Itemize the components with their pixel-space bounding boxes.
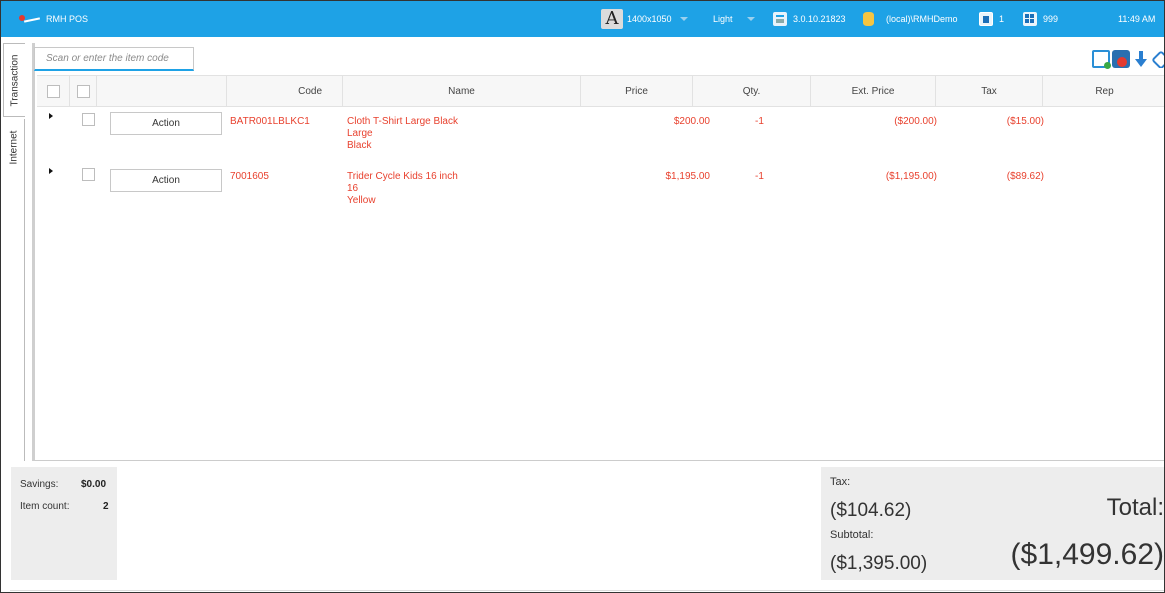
column-header-qty[interactable]: Qty. [693, 76, 811, 106]
download-arrow-icon[interactable] [1132, 50, 1150, 68]
row-price: $1,195.00 [665, 171, 711, 182]
row-tax: ($15.00) [1006, 116, 1044, 127]
column-header-code[interactable]: Code [227, 76, 343, 106]
column-header-name-label: Name [448, 85, 475, 97]
savings-panel: Savings: $0.00 Item count: 2 [11, 467, 117, 580]
row-action-button[interactable]: Action [110, 112, 222, 135]
subtotal-value: ($1,395.00) [830, 553, 928, 574]
toolbar [1092, 50, 1164, 70]
column-header-qty-label: Qty. [742, 85, 761, 97]
column-header-code-label: Code [298, 85, 322, 97]
item-code-search-input[interactable] [34, 47, 194, 71]
total-label: Total: [1106, 494, 1164, 521]
row-ext-price: ($1,195.00) [885, 171, 937, 182]
pos-window: RMH POS A 1400x1050 Light 3.0.10.21823 (… [0, 0, 1165, 593]
store-icon [1023, 12, 1037, 26]
select-all-cell [37, 76, 70, 106]
row-name-line-2: 16 [347, 183, 359, 194]
clock: 11:49 AM [1118, 1, 1155, 37]
version-icon [773, 12, 787, 26]
row-name-line-1: Trider Cycle Kids 16 inch [347, 171, 458, 182]
savings-label: Savings: [20, 479, 59, 490]
row-expand-icon[interactable] [49, 168, 53, 174]
bag-icon[interactable] [1112, 50, 1130, 68]
table-row[interactable]: Action BATR001LBLKC1 Cloth T-Shirt Large… [37, 107, 1164, 162]
edit-icon[interactable] [1152, 50, 1164, 68]
row-tax: ($89.62) [1006, 171, 1044, 182]
select-cell [70, 76, 97, 106]
totals-panel: Tax: ($104.62) Subtotal: ($1,395.00) Tot… [821, 467, 1164, 580]
column-header-rep[interactable]: Rep [1043, 76, 1164, 106]
font-size-icon: A [601, 9, 623, 29]
item-count-label: Item count: [20, 501, 70, 512]
summary-area: Savings: $0.00 Item count: 2 Tax: ($104.… [11, 467, 1164, 580]
row-checkbox[interactable] [82, 113, 95, 126]
font-size-selector[interactable]: A 1400x1050 [601, 1, 688, 37]
database-info: (local)\RMHDemo [863, 1, 958, 37]
tab-internet-label: Internet [8, 130, 20, 164]
row-price: $200.00 [673, 116, 710, 127]
chevron-down-icon [746, 17, 755, 21]
savings-value: $0.00 [81, 479, 107, 490]
column-header-rep-label: Rep [1095, 85, 1114, 97]
resolution-value: 1400x1050 [627, 14, 672, 24]
top-bar: RMH POS A 1400x1050 Light 3.0.10.21823 (… [1, 1, 1164, 37]
tab-transaction[interactable]: Transaction [3, 43, 25, 117]
bottom-divider [10, 590, 1164, 591]
register-value: 1 [999, 14, 1005, 24]
row-name-line-3: Black [347, 140, 372, 151]
database-value: (local)\RMHDemo [886, 14, 958, 24]
grid-header: Code Name Price Qty. Ext. Price Tax Rep [37, 75, 1164, 107]
row-checkbox[interactable] [82, 168, 95, 181]
column-header-ext-price-label: Ext. Price [851, 85, 895, 97]
row-name-line-3: Yellow [347, 195, 376, 206]
subtotal-label: Subtotal: [830, 529, 874, 541]
row-code: BATR001LBLKC1 [230, 116, 310, 127]
database-icon [863, 12, 874, 26]
row-action-button[interactable]: Action [110, 169, 222, 192]
store-value: 999 [1043, 14, 1059, 24]
row-ext-price: ($200.00) [894, 116, 937, 127]
version-info: 3.0.10.21823 [773, 1, 846, 37]
select-all-checkbox[interactable] [46, 84, 60, 98]
column-header-ext-price[interactable]: Ext. Price [811, 76, 936, 106]
column-header-tax[interactable]: Tax [936, 76, 1043, 106]
register-info: 1 [979, 1, 1004, 37]
row-qty: -1 [755, 171, 764, 182]
column-header-tax-label: Tax [981, 85, 997, 97]
row-name: Trider Cycle Kids 16 inch 16 Yellow [347, 171, 458, 207]
column-header-price[interactable]: Price [581, 76, 693, 106]
tab-transaction-label: Transaction [9, 54, 20, 106]
version-value: 3.0.10.21823 [793, 14, 846, 24]
column-header-name[interactable]: Name [343, 76, 581, 106]
action-column-header [97, 76, 227, 106]
total-value: ($1,499.62) [1010, 538, 1164, 571]
tab-divider [24, 175, 25, 461]
app-title: RMH POS [46, 14, 89, 24]
row-expand-icon[interactable] [49, 113, 53, 119]
row-name-line-2: Large [347, 128, 373, 139]
time-value: 11:49 AM [1118, 14, 1156, 24]
row-code: 7001605 [230, 171, 269, 182]
row-qty: -1 [755, 116, 764, 127]
column-header-price-label: Price [625, 85, 648, 97]
store-info: 999 [1023, 1, 1058, 37]
item-count-value: 2 [103, 501, 109, 512]
rmh-logo-icon [18, 12, 40, 26]
row-name: Cloth T-Shirt Large Black Large Black [347, 116, 458, 152]
tab-internet[interactable]: Internet [3, 119, 25, 175]
theme-selector[interactable]: Light [713, 1, 755, 37]
tax-label: Tax: [830, 476, 851, 488]
chevron-down-icon [679, 17, 688, 21]
register-icon [979, 12, 993, 26]
table-row[interactable]: Action 7001605 Trider Cycle Kids 16 inch… [37, 162, 1164, 217]
app-title-area: RMH POS [18, 1, 88, 37]
cart-icon[interactable] [1092, 50, 1111, 69]
tax-value: ($104.62) [830, 500, 912, 521]
header-checkbox[interactable] [76, 84, 90, 98]
theme-value: Light [713, 14, 733, 24]
row-name-line-1: Cloth T-Shirt Large Black [347, 116, 458, 127]
